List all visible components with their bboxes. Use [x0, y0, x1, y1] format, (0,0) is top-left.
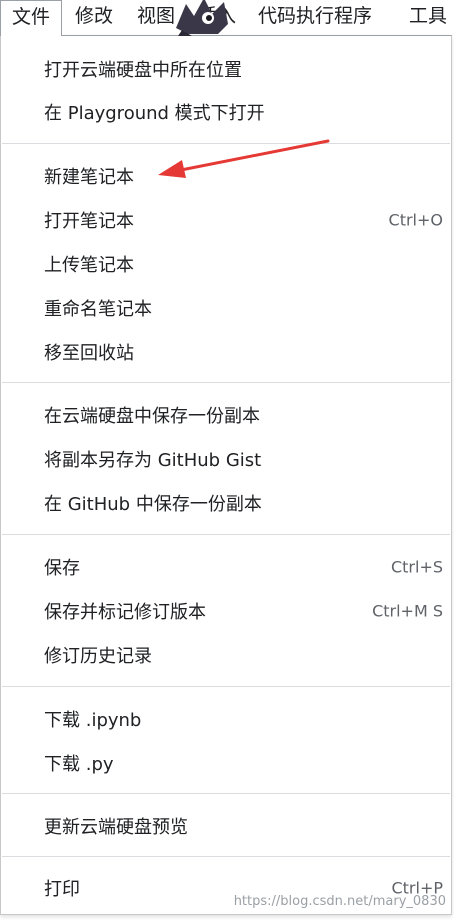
menu-item-label: 下载 .ipynb: [44, 710, 142, 731]
menu-item-update-drive-preview[interactable]: 更新云端硬盘预览: [1, 806, 451, 846]
underlying-content-fragment: [12, 914, 52, 922]
menubar-item-tools[interactable]: 工具: [409, 0, 447, 32]
shortcut-label: Ctrl+S: [390, 557, 443, 577]
menu-item-new-notebook[interactable]: 新建笔记本: [1, 156, 451, 196]
menu-item-label: 移至回收站: [44, 343, 134, 364]
menu-item-label: 在 GitHub 中保存一份副本: [44, 494, 262, 515]
menu-separator: [2, 534, 450, 535]
menu-item-label: 保存: [44, 558, 80, 579]
menu-item-download-py[interactable]: 下载 .py: [1, 743, 451, 783]
menu-item-label: 保存并标记修订版本: [44, 602, 206, 623]
menu-item-label: 在云端硬盘中保存一份副本: [44, 406, 260, 427]
menu-item-save[interactable]: 保存 Ctrl+S: [1, 547, 451, 587]
menu-separator: [2, 143, 450, 144]
menu-item-label: 下载 .py: [44, 754, 114, 775]
menubar-item-edit[interactable]: 修改: [75, 0, 113, 32]
menubar-item-file[interactable]: 文件: [0, 0, 62, 36]
menu-item-download-ipynb[interactable]: 下载 .ipynb: [1, 699, 451, 739]
shortcut-label: Ctrl+M S: [372, 601, 443, 621]
menubar-item-runtime[interactable]: 代码执行程序: [258, 0, 372, 32]
file-menu-dropdown: 打开云端硬盘中所在位置 在 Playground 模式下打开 新建笔记本 打开笔…: [0, 35, 452, 915]
menu-item-label: 新建笔记本: [44, 167, 134, 188]
menu-item-revision-history[interactable]: 修订历史记录: [1, 635, 451, 675]
menu-separator: [2, 382, 450, 383]
menu-item-save-copy-gist[interactable]: 将副本另存为 GitHub Gist: [1, 439, 451, 479]
menu-separator: [2, 856, 450, 857]
watermark-text: https://blog.csdn.net/mary_0830: [233, 894, 446, 909]
menu-item-label: 修订历史记录: [44, 646, 152, 667]
menu-item-label: 在 Playground 模式下打开: [44, 103, 265, 124]
menu-item-open-notebook[interactable]: 打开笔记本 Ctrl+O: [1, 200, 451, 240]
sticker-graphic: [176, 0, 228, 36]
menu-item-open-in-drive[interactable]: 打开云端硬盘中所在位置: [1, 49, 451, 89]
shortcut-label: Ctrl+O: [388, 210, 443, 230]
menu-item-upload-notebook[interactable]: 上传笔记本: [1, 244, 451, 284]
menu-item-label: 将副本另存为 GitHub Gist: [44, 450, 262, 471]
menu-item-label: 打开云端硬盘中所在位置: [44, 60, 242, 81]
menu-item-label: 更新云端硬盘预览: [44, 817, 188, 838]
menu-item-move-to-trash[interactable]: 移至回收站: [1, 332, 451, 372]
menu-separator: [2, 793, 450, 794]
menu-item-label: 重命名笔记本: [44, 299, 152, 320]
menu-item-label: 上传笔记本: [44, 255, 134, 276]
menu-item-save-and-pin-revision[interactable]: 保存并标记修订版本 Ctrl+M S: [1, 591, 451, 631]
menu-item-label: 打开笔记本: [44, 211, 134, 232]
menu-separator: [2, 686, 450, 687]
menu-item-label: 打印: [44, 879, 80, 900]
menu-item-rename-notebook[interactable]: 重命名笔记本: [1, 288, 451, 328]
menu-item-save-copy-drive[interactable]: 在云端硬盘中保存一份副本: [1, 395, 451, 435]
menu-item-open-in-playground[interactable]: 在 Playground 模式下打开: [1, 92, 451, 132]
menu-item-save-copy-github[interactable]: 在 GitHub 中保存一份副本: [1, 483, 451, 523]
